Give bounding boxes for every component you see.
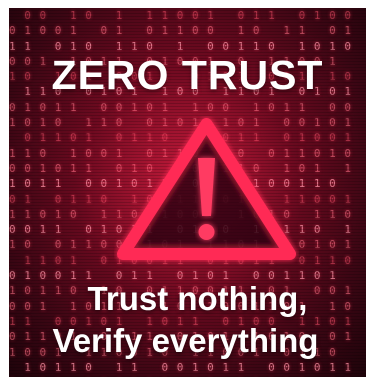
poster: 0 0 1 0 1 1 1 0 0 1 0 1 1 0 1 0 0 0 1 0 0… (9, 8, 366, 377)
binary-row: 0 0 1 0 1 1 1 0 0 1 0 1 1 0 1 0 0 (9, 9, 353, 22)
binary-row: 0 1 0 0 1 0 1 0 1 1 0 0 1 0 1 1 0 1 (9, 24, 353, 38)
binary-row: 1 0 1 1 0 1 1 0 0 1 0 1 1 0 0 1 0 1 1 (9, 360, 353, 374)
poster-title: ZERO TRUST (51, 52, 324, 98)
binary-row: 0 1 0 1 1 0 0 1 0 1 1 0 0 1 0 1 1 0 0 (9, 100, 353, 114)
slogan-line-2: Verify everything (52, 322, 319, 359)
binary-row: 0 0 1 0 1 0 0 1 1 1 0 1 0 1 1 0 1 0 0 (9, 375, 366, 377)
slogan-line-1: Trust nothing, (87, 280, 308, 317)
warning-triangle-icon (117, 118, 296, 260)
